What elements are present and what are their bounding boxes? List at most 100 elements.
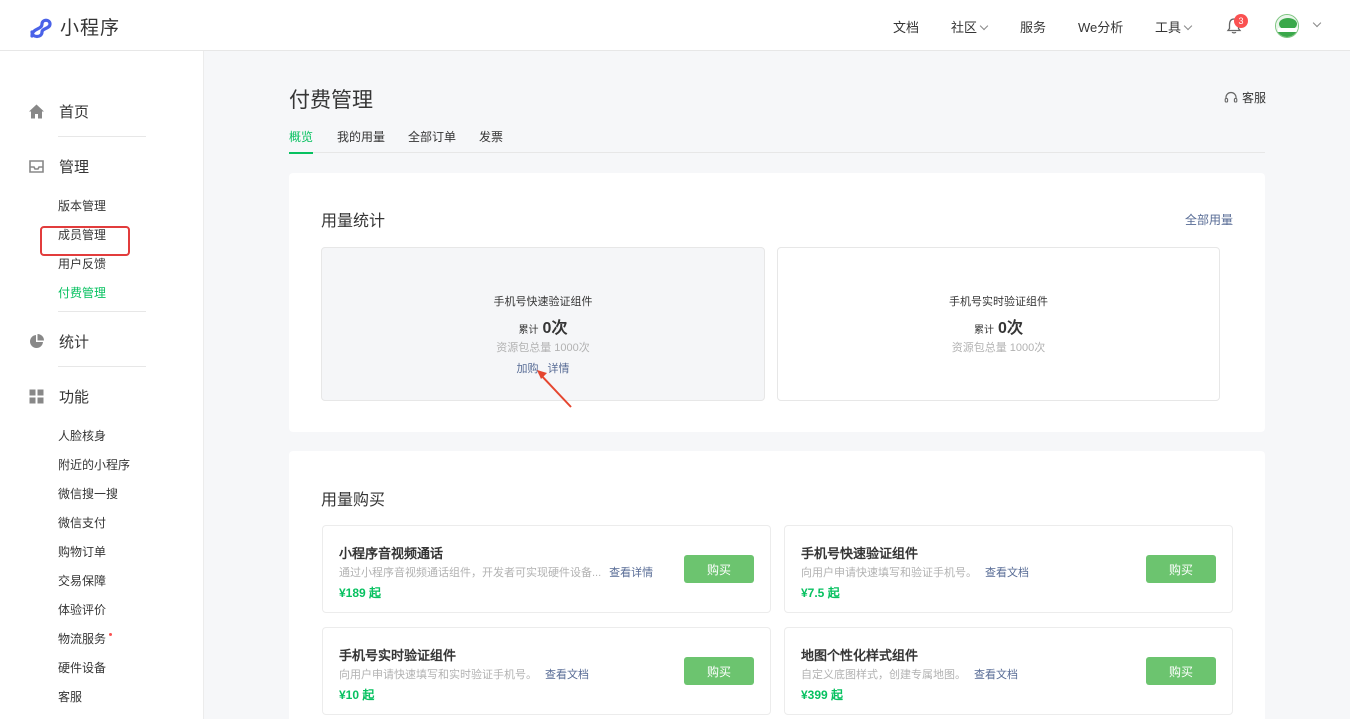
product-card-phone-quick-verify: 手机号快速验证组件 向用户申请快速填写和验证手机号。 查看文档 ¥7.5 起 购买 bbox=[784, 525, 1233, 613]
nav-we-analytics-label: We分析 bbox=[1078, 20, 1124, 35]
avatar[interactable] bbox=[1275, 14, 1299, 38]
chevron-down-icon bbox=[979, 21, 989, 31]
grid-icon bbox=[29, 389, 44, 404]
top-bar: 小程序 文档 社区 服务 We分析 工具 3 bbox=[0, 0, 1350, 51]
sidebar-group-home[interactable]: 首页 bbox=[28, 101, 89, 122]
avatar-image bbox=[1276, 15, 1298, 37]
logo[interactable]: 小程序 bbox=[28, 13, 120, 40]
product-desc-text: 向用户申请快速填写和验证手机号。 bbox=[801, 567, 977, 579]
sidebar-item-face-verify[interactable]: 人脸核身 bbox=[58, 427, 106, 444]
chevron-down-icon bbox=[1183, 21, 1193, 31]
sidebar-item-shopping-orders[interactable]: 购物订单 bbox=[58, 543, 106, 560]
all-usage-link[interactable]: 全部用量 bbox=[1185, 211, 1233, 228]
usage-item-name: 手机号快速验证组件 bbox=[493, 296, 593, 308]
buy-button[interactable]: 购买 bbox=[1146, 657, 1216, 685]
sidebar-item-trade-protection[interactable]: 交易保障 bbox=[58, 572, 106, 589]
sidebar-item-logistics[interactable]: 物流服务 bbox=[58, 630, 113, 647]
usage-total: 累计 0次 bbox=[322, 314, 764, 338]
nav-docs-label: 文档 bbox=[893, 20, 920, 35]
sidebar-item-user-feedback[interactable]: 用户反馈 bbox=[58, 255, 106, 272]
sidebar-item-experience-review[interactable]: 体验评价 bbox=[58, 601, 106, 618]
product-name: 手机号快速验证组件 bbox=[801, 546, 919, 561]
sidebar-group-label: 首页 bbox=[59, 104, 90, 121]
sidebar-group-stats[interactable]: 统计 bbox=[28, 331, 89, 352]
usage-total-prefix: 累计 bbox=[518, 325, 539, 336]
nav-docs[interactable]: 文档 bbox=[893, 17, 919, 36]
usage-pack-total: 资源包总量 1000次 bbox=[496, 342, 590, 354]
buy-button[interactable]: 购买 bbox=[1146, 555, 1216, 583]
sidebar-item-version-management[interactable]: 版本管理 bbox=[58, 197, 106, 214]
chevron-down-icon[interactable] bbox=[1312, 18, 1322, 28]
sidebar-item-wechat-pay[interactable]: 微信支付 bbox=[58, 514, 106, 531]
mini-program-logo-icon bbox=[30, 18, 52, 38]
usage-stats-title: 用量统计 bbox=[321, 213, 386, 230]
pie-chart-icon bbox=[30, 334, 44, 348]
sidebar-group-label: 功能 bbox=[59, 389, 90, 406]
view-docs-link[interactable]: 查看文档 bbox=[985, 567, 1029, 579]
sidebar-group-label: 管理 bbox=[59, 159, 90, 176]
tab-overview[interactable]: 概览 bbox=[289, 128, 314, 154]
divider bbox=[58, 366, 146, 367]
nav-tools-label: 工具 bbox=[1155, 20, 1182, 35]
product-desc: 通过小程序音视频通话组件，开发者可实现硬件设备... 查看详情 bbox=[339, 564, 653, 580]
purchase-title: 用量购买 bbox=[321, 492, 386, 509]
usage-item-name: 手机号实时验证组件 bbox=[949, 296, 1048, 308]
product-name: 小程序音视频通话 bbox=[339, 546, 444, 561]
nav-we-analytics[interactable]: We分析 bbox=[1078, 17, 1123, 36]
tab-my-usage[interactable]: 我的用量 bbox=[337, 128, 385, 153]
view-docs-link[interactable]: 查看文档 bbox=[545, 669, 589, 681]
product-name: 地图个性化样式组件 bbox=[801, 648, 919, 663]
sidebar-item-customer-service[interactable]: 客服 bbox=[58, 688, 82, 705]
product-name: 手机号实时验证组件 bbox=[339, 648, 457, 663]
product-price: ¥189 起 bbox=[339, 586, 382, 600]
product-card-map-style: 地图个性化样式组件 自定义底图样式，创建专属地图。 查看文档 ¥399 起 购买 bbox=[784, 627, 1233, 715]
annotation-arrow-icon bbox=[537, 370, 572, 408]
tab-all-orders[interactable]: 全部订单 bbox=[408, 128, 456, 153]
divider bbox=[58, 136, 146, 137]
buy-button[interactable]: 购买 bbox=[684, 555, 754, 583]
product-desc-text: 自定义底图样式，创建专属地图。 bbox=[801, 669, 966, 681]
sidebar-group-manage[interactable]: 管理 bbox=[28, 156, 89, 177]
product-desc: 向用户申请快速填写和实时验证手机号。 查看文档 bbox=[339, 666, 589, 682]
nav-services-label: 服务 bbox=[1020, 20, 1047, 35]
nav-community[interactable]: 社区 bbox=[951, 17, 989, 36]
usage-total-prefix: 累计 bbox=[974, 325, 995, 336]
sidebar-group-label: 统计 bbox=[59, 334, 90, 351]
purchase-card: 用量购买 小程序音视频通话 通过小程序音视频通话组件，开发者可实现硬件设备...… bbox=[289, 451, 1265, 719]
product-desc-text: 通过小程序音视频通话组件，开发者可实现硬件设备... bbox=[339, 567, 602, 579]
nav-tools[interactable]: 工具 bbox=[1155, 17, 1193, 36]
page-title: 付费管理 bbox=[289, 89, 373, 112]
sidebar bbox=[0, 51, 204, 719]
inbox-icon bbox=[29, 160, 44, 173]
new-dot-icon bbox=[109, 633, 113, 636]
product-desc-text: 向用户申请快速填写和实时验证手机号。 bbox=[339, 669, 537, 681]
divider bbox=[58, 311, 146, 312]
product-price: ¥10 起 bbox=[339, 688, 375, 702]
product-price: ¥399 起 bbox=[801, 688, 844, 702]
usage-total: 累计 0次 bbox=[778, 314, 1219, 338]
view-docs-link[interactable]: 查看文档 bbox=[974, 669, 1018, 681]
product-desc: 向用户申请快速填写和验证手机号。 查看文档 bbox=[801, 564, 1029, 580]
customer-service-label: 客服 bbox=[1242, 91, 1267, 105]
sidebar-group-features[interactable]: 功能 bbox=[28, 386, 89, 407]
usage-item-phone-realtime-verify: 手机号实时验证组件 累计 0次 资源包总量 1000次 bbox=[777, 247, 1220, 401]
tab-invoice[interactable]: 发票 bbox=[479, 128, 503, 153]
view-details-link[interactable]: 查看详情 bbox=[609, 567, 653, 579]
logo-text: 小程序 bbox=[60, 18, 121, 39]
highlight-box bbox=[40, 226, 130, 256]
nav-services[interactable]: 服务 bbox=[1020, 17, 1046, 36]
product-price: ¥7.5 起 bbox=[801, 586, 840, 600]
sidebar-item-label: 物流服务 bbox=[58, 632, 107, 646]
buy-button[interactable]: 购买 bbox=[684, 657, 754, 685]
tab-bar: 概览 我的用量 全部订单 发票 bbox=[289, 128, 1265, 154]
headset-icon bbox=[1224, 91, 1238, 103]
usage-stats-card: 用量统计 全部用量 手机号快速验证组件 累计 0次 资源包总量 1000次 加购 … bbox=[289, 173, 1265, 432]
usage-total-value: 0次 bbox=[542, 320, 568, 337]
notification-badge: 3 bbox=[1234, 14, 1248, 28]
sidebar-item-nearby-mini-programs[interactable]: 附近的小程序 bbox=[58, 456, 130, 473]
sidebar-item-wechat-search[interactable]: 微信搜一搜 bbox=[58, 485, 118, 502]
sidebar-item-hardware[interactable]: 硬件设备 bbox=[58, 659, 106, 676]
sidebar-item-payment-management[interactable]: 付费管理 bbox=[58, 284, 106, 301]
customer-service-link[interactable]: 客服 bbox=[1224, 89, 1266, 106]
product-card-phone-realtime-verify: 手机号实时验证组件 向用户申请快速填写和实时验证手机号。 查看文档 ¥10 起 购… bbox=[322, 627, 771, 715]
